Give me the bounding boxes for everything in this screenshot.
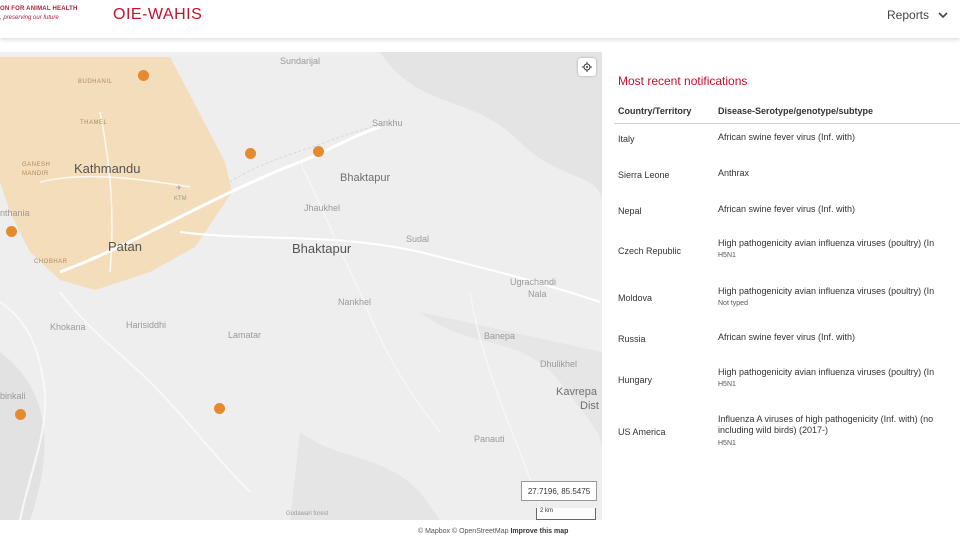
row-disease: Anthrax [718,168,750,178]
label-chobhar: CHOBHAR [34,259,68,265]
label-ugrachandi-nala: Nala [528,289,547,299]
label-thankot: nthania [0,208,30,218]
organization-tagline: ON FOR ANIMAL HEALTH , preserving our fu… [0,5,78,23]
label-panauti: Panauti [474,434,505,444]
label-lamatar: Lamatar [228,330,262,340]
label-sundarijal: Sundarijal [280,56,321,66]
outbreak-marker[interactable] [138,70,149,81]
label-nankhel: Nankhel [338,297,372,307]
row-disease: African swine fever virus (Inf. with) [718,332,856,342]
table-row[interactable]: US America Influenza A viruses of high p… [614,406,960,456]
improve-map-link[interactable]: Improve this map [510,528,568,535]
scale-label: 2 km [540,508,554,514]
row-country: Russia [618,334,646,344]
label-ktm: KTM [174,196,187,202]
row-subtype: Not typed [718,300,748,307]
row-country: Czech Republic [618,246,682,256]
label-budhanil: BUDHANIL [78,79,113,85]
label-bhaktapur-small: Bhaktapur [340,172,391,184]
scale-bar: 2 km [536,508,596,520]
org-slogan: , preserving our future [0,15,59,21]
row-subtype: H5N1 [718,381,736,388]
label-thamel: THAMEL [80,120,108,126]
row-disease: High pathogenicity avian influenza virus… [718,367,935,377]
label-sankhu: Sankhu [372,118,403,128]
mapbox-link[interactable]: © Mapbox [418,528,450,535]
outbreak-marker[interactable] [245,148,256,159]
label-dhulikhel: Dhulikhel [540,359,578,369]
reports-menu[interactable]: Reports [887,8,949,22]
label-godavari: Godawari forest [286,511,329,517]
table-row[interactable]: Russia African swine fever virus (Inf. w… [614,324,960,360]
label-khokana: Khokana [50,322,86,332]
label-jhaukhel: Jhaukhel [304,203,341,213]
crosshair-icon [582,62,592,72]
outbreak-marker[interactable] [6,226,17,237]
map-attribution: © Mapbox © OpenStreetMap Improve this ma… [418,528,568,535]
table-row[interactable]: Hungary High pathogenicity avian influen… [614,360,960,406]
label-kavrepa: Kavrepa [556,386,597,398]
osm-link[interactable]: © OpenStreetMap [452,528,509,535]
row-disease: African swine fever virus (Inf. with) [718,204,856,214]
map-view[interactable]: Sundarijal Sankhu Bhaktapur Jhaukhel Bha… [0,52,602,520]
row-country: Italy [618,134,635,144]
table-row[interactable]: Nepal African swine fever virus (Inf. wi… [614,196,960,232]
row-country: US America [618,427,666,437]
label-bhaktapur: Bhaktapur [292,241,352,256]
app-title[interactable]: OIE-WAHIS [113,6,202,24]
row-disease: Influenza A viruses of high pathogenicit… [718,414,934,435]
row-subtype: H5N1 [718,252,736,259]
notifications-title: Most recent notifications [618,74,748,88]
row-subtype: H5N1 [718,440,736,447]
outbreak-marker[interactable] [214,403,225,414]
label-sudal: Sudal [406,234,430,244]
label-kavrepa-dist: Dist [580,400,599,412]
outbreak-marker[interactable] [15,409,26,420]
table-row[interactable]: Italy African swine fever virus (Inf. wi… [614,124,960,160]
label-ganesh: GANESH [22,162,51,168]
row-country: Nepal [618,206,642,216]
table-row[interactable]: Czech Republic High pathogenicity avian … [614,232,960,278]
top-header: ON FOR ANIMAL HEALTH , preserving our fu… [0,0,960,38]
geolocate-button[interactable] [578,58,596,76]
row-country: Hungary [618,375,653,385]
org-name: ON FOR ANIMAL HEALTH [0,6,78,12]
label-bhinkali: binkali [0,391,26,401]
column-header-disease: Disease-Serotype/genotype/subtype [718,106,874,116]
row-country: Moldova [618,293,653,303]
label-harisiddhi: Harisiddhi [126,320,167,330]
table-row[interactable]: Sierra Leone Anthrax [614,160,960,196]
label-ugrachandi: Ugrachandi [510,277,557,287]
coordinates-readout: 27.7196, 85.5475 [521,481,597,501]
column-header-country: Country/Territory [618,106,692,116]
reports-label: Reports [887,8,930,22]
chevron-down-icon [938,12,948,19]
label-banepa: Banepa [484,331,516,341]
label-mandir: MANDIR [22,171,49,177]
row-country: Sierra Leone [618,170,670,180]
airport-icon: ✈ [176,185,182,192]
row-disease: High pathogenicity avian influenza virus… [718,286,935,296]
label-patan: Patan [108,239,142,254]
row-disease: High pathogenicity avian influenza virus… [718,238,935,248]
label-kathmandu: Kathmandu [74,161,141,176]
outbreak-marker[interactable] [313,146,324,157]
row-disease: African swine fever virus (Inf. with) [718,132,856,142]
table-row[interactable]: Moldova High pathogenicity avian influen… [614,278,960,324]
